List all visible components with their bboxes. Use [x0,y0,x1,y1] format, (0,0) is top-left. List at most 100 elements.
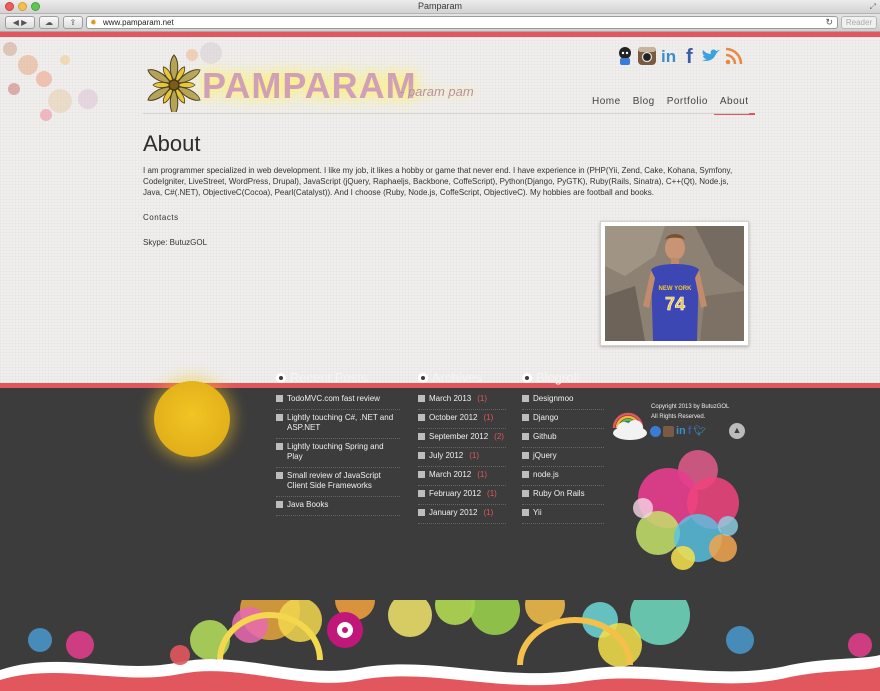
blogroll-link[interactable]: Ruby On Rails [533,489,585,499]
reader-button[interactable]: Reader [841,16,877,29]
bullet-icon [522,490,529,497]
archive-item[interactable]: March 2012 (1) [418,467,506,486]
archive-link[interactable]: July 2012 [429,451,463,461]
blogroll-item[interactable]: Github [522,429,604,448]
window-titlebar: Pamparam ⤢ [0,0,880,14]
blogroll-item[interactable]: Ruby On Rails [522,486,604,505]
profile-photo: NEW YORK 74 [600,221,749,346]
skype-contact: Skype: ButuzGOL [143,238,208,247]
share-button[interactable]: ⇪ [63,16,83,29]
recent-post-item[interactable]: Lightly touching Spring and Play [276,439,400,468]
bullet-icon [418,433,425,440]
blogroll-link[interactable]: Github [533,432,557,442]
archive-item[interactable]: February 2012 (1) [418,486,506,505]
bullet-icon [522,433,529,440]
footer-facebook-icon[interactable]: f [688,425,692,437]
linkedin-icon[interactable]: in [660,46,682,71]
blogroll-link[interactable]: node.js [533,470,559,480]
scroll-to-top-button[interactable]: ▲ [729,423,745,439]
bullet-icon [276,501,283,508]
address-bar[interactable]: ✹ www.pamparam.net ↻ [86,16,838,29]
instagram-icon[interactable] [637,46,657,71]
nav-about[interactable]: About [713,95,755,115]
blogroll-item[interactable]: node.js [522,467,604,486]
web-page: PAMPARAM - param pam in f Home Blog Port… [0,32,880,691]
blogroll-item[interactable]: Yii [522,505,604,524]
logo-tagline: - param pam [400,84,474,99]
forward-arrow-icon[interactable]: ▶ [21,18,27,27]
nav-blog[interactable]: Blog [627,95,661,115]
recent-post-item[interactable]: TodoMVC.com fast review [276,391,400,410]
about-intro-text: I am programmer specialized in web devel… [143,166,733,198]
flower-logo-icon[interactable] [143,54,205,112]
archive-link[interactable]: March 2012 [429,470,471,480]
svg-text:in: in [661,47,676,66]
bullet-icon [276,443,283,450]
sun-decoration [154,381,230,457]
bullet-icon [418,395,425,402]
browser-toolbar: ◀ ▶ ☁ ⇪ ✹ www.pamparam.net ↻ Reader [0,14,880,32]
archive-count: (2) [494,432,504,441]
recent-posts-icon [276,372,286,383]
recent-post-link[interactable]: Lightly touching C#, .NET and ASP.NET [287,413,400,433]
header-social-links: in f [616,46,743,71]
bullet-icon [418,452,425,459]
archive-item[interactable]: March 2013 (1) [418,391,506,410]
header-and-content: PAMPARAM - param pam in f Home Blog Port… [0,37,880,383]
blogroll-link[interactable]: Yii [533,508,542,518]
archive-link[interactable]: October 2012 [429,413,477,423]
bullet-icon [522,414,529,421]
recent-post-link[interactable]: Lightly touching Spring and Play [287,442,400,462]
page-title: About [143,131,201,156]
blogroll-item[interactable]: jQuery [522,448,604,467]
blogroll-item[interactable]: Designmoo [522,391,604,410]
recent-post-item[interactable]: Lightly touching C#, .NET and ASP.NET [276,410,400,439]
footer-social-links: in f 🐦︎ [650,425,706,437]
reload-icon[interactable]: ↻ [825,17,833,28]
back-forward-buttons[interactable]: ◀ ▶ [5,16,35,29]
archive-item[interactable]: July 2012 (1) [418,448,506,467]
nav-portfolio[interactable]: Portfolio [661,95,714,115]
footer-instagram-icon[interactable] [663,425,674,437]
icloud-tabs-button[interactable]: ☁ [39,16,59,29]
archive-item[interactable]: January 2012 (1) [418,505,506,524]
archive-count: (1) [469,451,480,460]
github-icon[interactable] [616,46,634,71]
recent-post-item[interactable]: Java Books [276,497,400,516]
recent-post-link[interactable]: Small review of JavaScript Client Side F… [287,471,400,491]
footer-linkedin-icon[interactable]: in [676,425,686,437]
archives-icon [418,372,428,383]
footer-github-icon[interactable] [650,425,661,437]
bullet-icon [522,452,529,459]
blogroll-link[interactable]: jQuery [533,451,557,461]
footer-twitter-icon[interactable]: 🐦︎ [693,426,706,437]
recent-post-item[interactable]: Small review of JavaScript Client Side F… [276,468,400,497]
archive-count: (1) [483,508,494,517]
copyright: Copyright 2013 by ButuzGOL All Rights Re… [651,402,751,422]
facebook-icon[interactable]: f [685,46,697,71]
recent-post-link[interactable]: TodoMVC.com fast review [287,394,380,404]
bullet-icon [276,472,283,479]
archive-link[interactable]: January 2012 [429,508,477,518]
blogroll-item[interactable]: Django [522,410,604,429]
footer-bubbles-decoration [633,450,739,570]
nav-home[interactable]: Home [586,95,627,115]
blogroll-link[interactable]: Django [533,413,558,423]
archive-link[interactable]: March 2013 [429,394,471,404]
twitter-icon[interactable] [700,47,722,70]
bullet-icon [522,471,529,478]
archive-link[interactable]: September 2012 [429,432,488,442]
archive-item[interactable]: September 2012 (2) [418,429,506,448]
back-arrow-icon[interactable]: ◀ [13,18,19,27]
logo-text[interactable]: PAMPARAM [202,65,417,107]
recent-post-link[interactable]: Java Books [287,500,328,510]
rss-icon[interactable] [725,47,743,70]
archive-link[interactable]: February 2012 [429,489,481,499]
bullet-icon [522,509,529,516]
svg-text:NEW YORK: NEW YORK [659,286,693,292]
fullscreen-icon[interactable]: ⤢ [870,2,876,12]
url-text[interactable]: www.pamparam.net [103,18,174,27]
archive-item[interactable]: October 2012 (1) [418,410,506,429]
blogroll-link[interactable]: Designmoo [533,394,573,404]
cloud-icon: ☁ [45,18,53,27]
